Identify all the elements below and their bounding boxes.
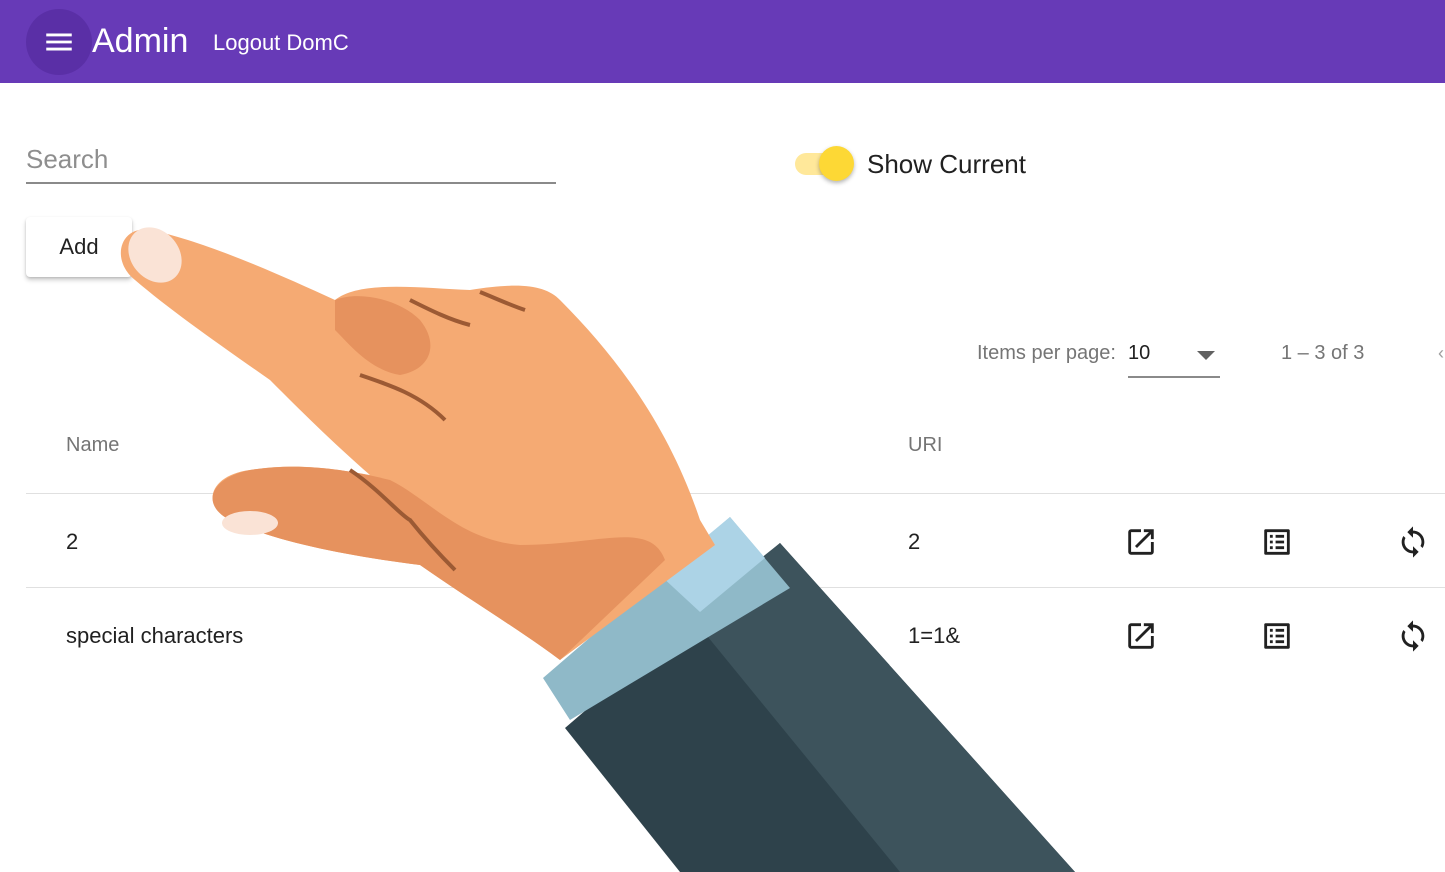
toggle-thumb <box>819 146 854 181</box>
list-button[interactable] <box>1258 617 1296 655</box>
search-input[interactable] <box>26 136 556 184</box>
show-current-label: Show Current <box>867 149 1026 179</box>
logout-link[interactable]: Logout DomC <box>213 29 349 57</box>
refresh-button[interactable] <box>1394 617 1432 655</box>
menu-icon <box>46 33 72 51</box>
refresh-button[interactable] <box>1394 523 1432 561</box>
page-size-value: 10 <box>1128 342 1151 364</box>
column-header-uri: URI <box>908 434 943 456</box>
show-current-toggle[interactable] <box>793 143 855 183</box>
list-icon <box>1264 529 1290 555</box>
open-in-new-icon <box>1128 529 1154 555</box>
column-header-name: Name <box>66 434 120 456</box>
row-uri: 2 <box>908 529 921 554</box>
open-in-new-icon <box>1128 623 1154 649</box>
refresh-icon <box>1401 620 1425 652</box>
previous-page-icon[interactable]: ‹ <box>1438 344 1445 362</box>
list-button[interactable] <box>1258 523 1296 561</box>
search-field <box>26 136 556 186</box>
header-divider <box>26 493 1445 494</box>
open-button[interactable] <box>1122 523 1160 561</box>
items-per-page-label: Items per page: <box>977 342 1116 364</box>
list-icon <box>1264 623 1290 649</box>
row-divider <box>26 587 1445 588</box>
row-uri: 1=1& <box>908 623 960 648</box>
row-name: 2 <box>66 529 79 554</box>
dropdown-arrow-icon <box>1197 351 1215 360</box>
row-name: special characters <box>66 623 244 648</box>
add-button[interactable]: Add <box>26 217 132 277</box>
page-size-select[interactable]: 10 <box>1128 336 1220 378</box>
menu-button[interactable] <box>26 9 92 75</box>
refresh-icon <box>1401 526 1425 558</box>
open-button[interactable] <box>1122 617 1160 655</box>
top-toolbar: Admin Logout DomC <box>0 0 1445 83</box>
app-title: Admin <box>92 22 189 60</box>
pointing-hand-illustration <box>120 227 1075 872</box>
page-range-label: 1 – 3 of 3 <box>1281 342 1365 364</box>
